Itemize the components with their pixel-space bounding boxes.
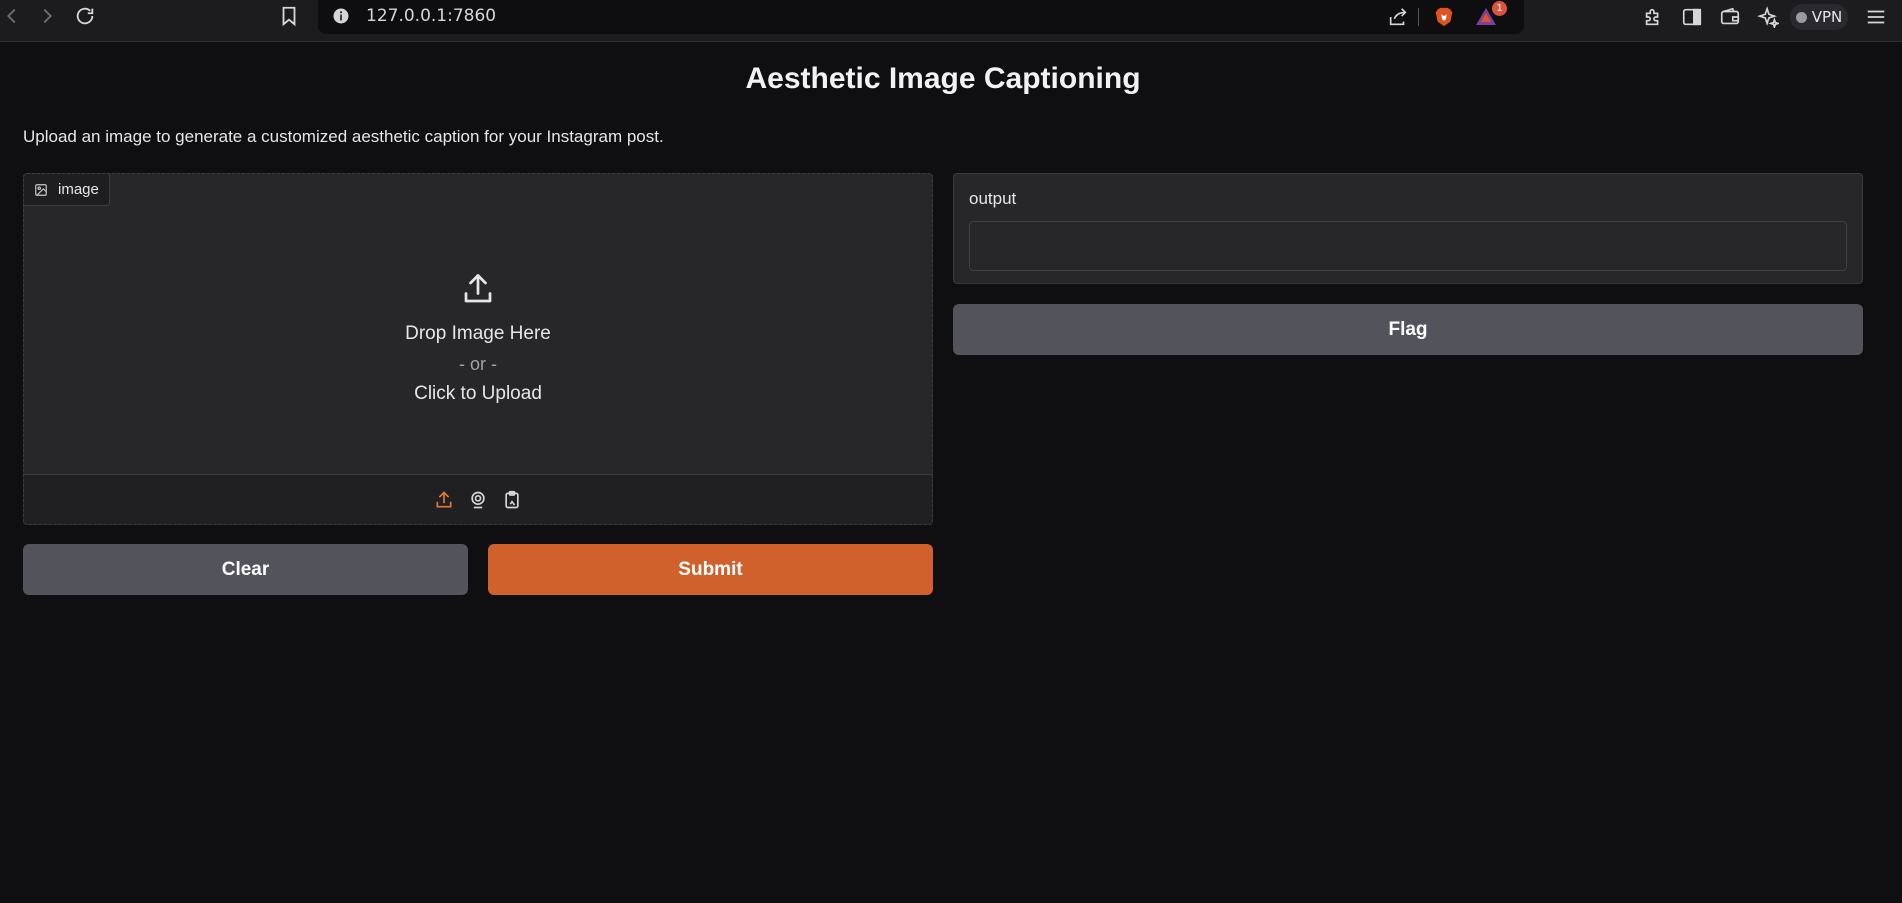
image-icon <box>35 183 47 196</box>
vpn-button[interactable]: VPN <box>1790 4 1848 30</box>
brave-shields-button[interactable] <box>1432 5 1456 29</box>
image-label-text: image <box>58 181 99 198</box>
flag-button[interactable]: Flag <box>953 304 1863 355</box>
image-input-panel: image Drop Image Here - or - Click to Up… <box>23 173 933 525</box>
extensions-button[interactable] <box>1641 5 1665 29</box>
image-panel-label: image <box>24 174 110 206</box>
sidebar-button[interactable] <box>1680 5 1704 29</box>
output-panel: output <box>953 173 1863 284</box>
sidebar-icon <box>1682 8 1702 26</box>
webcam-icon <box>471 491 485 508</box>
share-button[interactable] <box>1386 5 1410 29</box>
webcam-source-button[interactable] <box>467 489 489 511</box>
clipboard-icon <box>505 490 519 508</box>
page-title: Aesthetic Image Captioning <box>745 62 1141 95</box>
bookmark-icon <box>282 6 296 27</box>
chevron-left-icon <box>7 8 16 24</box>
clipboard-source-button[interactable] <box>501 489 523 511</box>
notification-badge: 1 <box>1492 1 1507 16</box>
sparkle-icon <box>1757 6 1779 28</box>
upload-icon <box>464 274 492 303</box>
address-divider <box>1418 8 1419 26</box>
upload-source-button[interactable] <box>433 489 455 511</box>
image-drop-zone[interactable]: Drop Image Here - or - Click to Upload <box>24 206 932 474</box>
bookmark-button[interactable] <box>277 4 301 28</box>
address-bar[interactable]: 127.0.0.1:7860 <box>318 0 1524 34</box>
wallet-button[interactable] <box>1718 5 1742 29</box>
brave-lion-icon <box>1435 7 1453 27</box>
page-description: Upload an image to generate a customized… <box>23 127 664 146</box>
url-text[interactable]: 127.0.0.1:7860 <box>366 6 496 26</box>
click-to-upload-text: Click to Upload <box>414 383 542 404</box>
share-icon <box>1389 8 1407 26</box>
leo-ai-button[interactable] <box>1756 5 1780 29</box>
or-separator-text: - or - <box>459 354 497 374</box>
output-label: output <box>969 189 1017 208</box>
info-icon[interactable] <box>332 7 350 25</box>
browser-toolbar: 127.0.0.1:7860 1 VPN <box>0 0 1902 42</box>
menu-button[interactable] <box>1864 5 1888 29</box>
vpn-label: VPN <box>1811 8 1843 26</box>
output-textbox[interactable] <box>969 221 1847 271</box>
vpn-status-dot <box>1795 11 1807 23</box>
upload-icon <box>436 490 452 507</box>
image-source-selector <box>24 474 932 524</box>
hamburger-menu-icon <box>1867 10 1885 24</box>
wallet-icon <box>1720 7 1740 25</box>
back-button[interactable] <box>0 4 24 28</box>
reload-button[interactable] <box>73 4 97 28</box>
clear-button[interactable]: Clear <box>23 544 468 595</box>
reload-icon <box>76 7 94 25</box>
chevron-right-icon <box>43 8 52 24</box>
submit-button[interactable]: Submit <box>488 544 933 595</box>
drop-image-text: Drop Image Here <box>405 323 551 344</box>
forward-button[interactable] <box>35 4 59 28</box>
puzzle-icon <box>1645 8 1659 26</box>
